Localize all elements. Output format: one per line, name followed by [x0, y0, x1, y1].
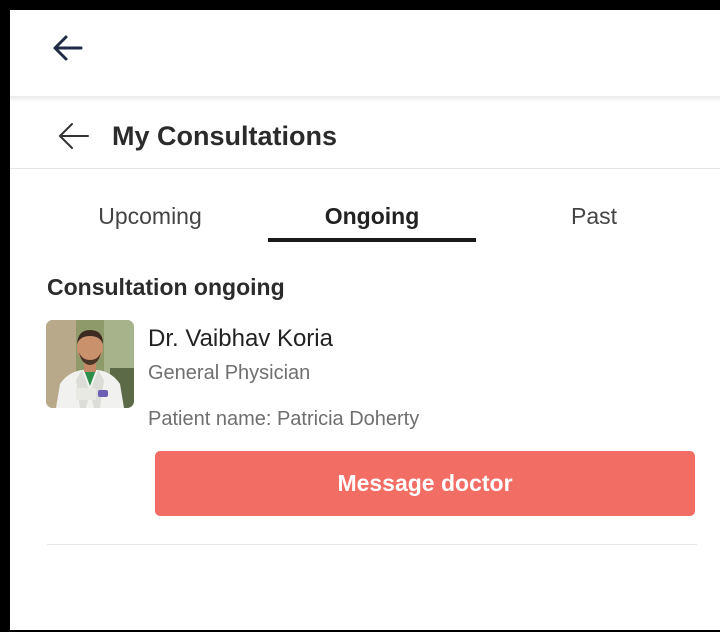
arrow-left-icon	[53, 35, 83, 61]
divider	[47, 544, 697, 545]
tab-past[interactable]: Past	[494, 190, 694, 242]
tab-ongoing[interactable]: Ongoing	[272, 190, 472, 242]
active-tab-indicator	[268, 238, 476, 242]
app-screen: My Consultations Upcoming Ongoing Past C…	[10, 10, 720, 630]
arrow-left-icon	[59, 123, 89, 149]
top-app-bar	[10, 10, 720, 98]
tab-upcoming[interactable]: Upcoming	[50, 190, 250, 242]
header-back-button[interactable]	[54, 116, 94, 156]
patient-name: Patient name: Patricia Doherty	[148, 408, 420, 430]
page-title: My Consultations	[112, 121, 338, 151]
page-header: My Consultations	[10, 102, 720, 169]
consultation-tabs: Upcoming Ongoing Past	[10, 190, 720, 246]
doctor-photo	[46, 320, 134, 408]
message-doctor-button[interactable]: Message doctor	[155, 451, 695, 516]
doctor-avatar	[46, 320, 134, 408]
doctor-specialty: General Physician	[148, 362, 311, 384]
section-title: Consultation ongoing	[47, 274, 285, 300]
doctor-name: Dr. Vaibhav Koria	[148, 325, 333, 352]
top-back-button[interactable]	[48, 28, 88, 68]
